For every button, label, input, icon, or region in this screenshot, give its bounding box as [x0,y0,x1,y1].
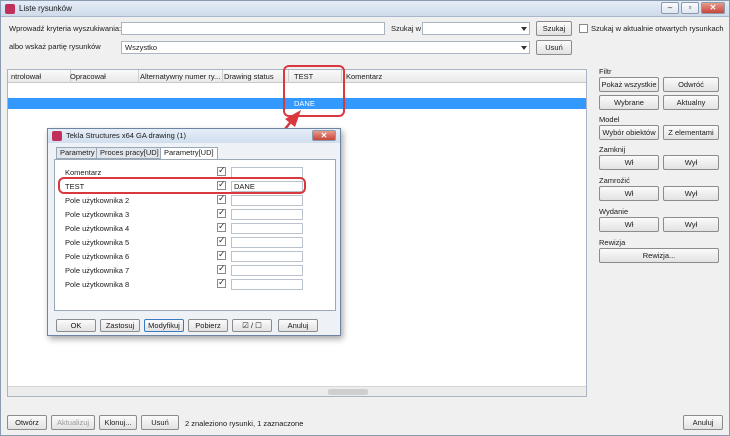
tekla-app-icon [5,4,15,14]
dialog-cancel-button[interactable]: Anuluj [278,319,318,332]
close-on-button[interactable]: Wł [599,155,659,170]
criteria-input[interactable] [121,22,385,35]
property-value-field[interactable] [231,251,303,262]
group-label: Model [599,115,620,124]
close-group: Zamknij Wł Wył [599,145,725,173]
property-label: Pole użytkownika 6 [65,252,130,261]
search-in-select[interactable] [422,22,530,35]
ok-button[interactable]: OK [56,319,96,332]
title-bar: Liste rysunków – ▫ ✕ [1,1,729,17]
freeze-on-button[interactable]: Wł [599,186,659,201]
open-button[interactable]: Otwórz [7,415,47,430]
status-text: 2 znaleziono rysunki, 1 zaznaczone [185,419,304,428]
property-value-field[interactable] [231,209,303,220]
property-value-field[interactable] [231,265,303,276]
revision-group: Rewizja Rewizja... [599,238,725,266]
part-select[interactable]: Wszystko [121,41,530,54]
horizontal-scrollbar[interactable] [8,386,586,396]
property-value-field[interactable] [231,195,303,206]
property-value-field[interactable] [231,223,303,234]
dialog-title: Tekla Structures x64 GA drawing (1) [66,131,187,140]
close-icon[interactable]: ✕ [312,130,336,141]
modify-button[interactable]: Modyfikuj [144,319,184,332]
test-row-highlight [58,177,306,194]
property-checkbox[interactable] [217,193,226,204]
freeze-group: Zamroźić Wł Wył [599,176,725,204]
toggle-checkboxes-button[interactable]: ☑ / ☐ [232,319,272,332]
open-drawings-checkbox[interactable] [579,24,588,33]
group-label: Wydanie [599,207,629,216]
dialog-title-bar: Tekla Structures x64 GA drawing (1) ✕ [48,129,340,143]
invert-button[interactable]: Odwróć [663,77,719,92]
property-value-field[interactable] [231,279,303,290]
column-header[interactable]: ntrolował [11,72,69,81]
property-checkbox[interactable] [217,235,226,246]
part-label: albo wskaż partię rysunków [9,42,101,51]
chevron-down-icon [521,27,527,31]
property-label: Pole użytkownika 2 [65,196,130,205]
maximize-icon[interactable]: ▫ [681,2,699,14]
group-label: Rewizja [599,238,626,247]
model-group: Model Wybór obiektów Z elementami [599,115,725,143]
column-header[interactable]: Drawing status [224,72,288,81]
column-header[interactable]: Opracował [70,72,138,81]
column-header[interactable]: Komentarz [346,72,426,81]
group-label: Zamknij [599,145,626,154]
property-label: Pole użytkownika 4 [65,224,130,233]
get-button[interactable]: Pobierz [188,319,228,332]
property-checkbox[interactable] [217,207,226,218]
show-all-button[interactable]: Pokaż wszystkie [599,77,659,92]
property-checkbox[interactable] [217,277,226,288]
scroll-thumb[interactable] [328,389,368,395]
issue-group: Wydanie Wł Wył [599,207,725,235]
close-off-button[interactable]: Wył [663,155,719,170]
current-button[interactable]: Aktualny [663,95,719,110]
tab-parametry[interactable]: Parametry [56,147,99,159]
criteria-label: Wprowadź kryteria wyszukiwania: [9,24,122,33]
issue-on-button[interactable]: Wł [599,217,659,232]
window-title: Liste rysunków [19,4,72,13]
chevron-down-icon [521,46,527,50]
drawing-properties-dialog: Tekla Structures x64 GA drawing (1) ✕ Pa… [47,128,341,336]
property-value-field[interactable] [231,237,303,248]
part-value: Wszystko [125,43,158,52]
group-label: Zamroźić [599,176,630,185]
select-objects-button[interactable]: Wybór obiektów [599,125,659,140]
update-button[interactable]: Aktualizuj [51,415,95,430]
property-checkbox[interactable] [217,263,226,274]
property-label: Pole użytkownika 8 [65,280,130,289]
cancel-button[interactable]: Anuluj [683,415,723,430]
property-label: Komentarz [65,168,102,177]
open-drawings-label: Szukaj w aktualnie otwartych rysunkach [591,24,724,33]
minimize-icon[interactable]: – [661,2,679,14]
from-elements-button[interactable]: Z elementami [663,125,719,140]
column-header[interactable]: Alternatywny numer ry... [140,72,222,81]
property-label: Pole użytkownika 5 [65,238,130,247]
clone-button[interactable]: Klonuj... [99,415,137,430]
close-icon[interactable]: ✕ [701,2,725,14]
search-button[interactable]: Szukaj [536,21,572,36]
revision-button[interactable]: Rewizja... [599,248,719,263]
freeze-off-button[interactable]: Wył [663,186,719,201]
group-label: Filtr [599,67,612,76]
filtr-group: Filtr Pokaż wszystkie Odwróć Wybrane Akt… [599,67,725,115]
search-in-label: Szukaj w [391,24,422,33]
property-checkbox[interactable] [217,249,226,260]
property-checkbox[interactable] [217,221,226,232]
issue-off-button[interactable]: Wył [663,217,719,232]
property-label: Pole użytkownika 3 [65,210,130,219]
drawing-list-window: Liste rysunków – ▫ ✕ Wprowadź kryteria w… [0,0,730,436]
tekla-app-icon [52,131,62,141]
property-checkbox[interactable] [217,165,226,176]
apply-button[interactable]: Zastosuj [100,319,140,332]
selected-button[interactable]: Wybrane [599,95,659,110]
remove-button[interactable]: Usuń [536,40,572,55]
delete-button[interactable]: Usuń [141,415,179,430]
tab-proces-pracy[interactable]: Proces pracy[UD] [96,147,163,159]
property-label: Pole użytkownika 7 [65,266,130,275]
